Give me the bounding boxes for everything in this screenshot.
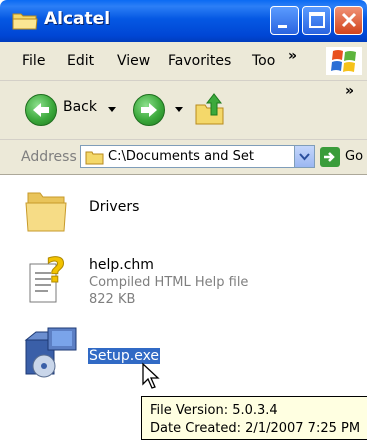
menu-edit[interactable]: Edit	[67, 53, 94, 69]
forward-arrow-icon	[141, 103, 157, 117]
forward-dropdown-icon[interactable]	[175, 107, 183, 112]
minimize-button[interactable]	[270, 6, 299, 35]
file-size: 822 KB	[89, 292, 136, 307]
menu-view[interactable]: View	[117, 53, 150, 69]
back-label[interactable]: Back	[63, 99, 97, 115]
menu-file[interactable]: File	[22, 53, 45, 69]
go-label[interactable]: Go	[345, 149, 363, 164]
maximize-button[interactable]	[302, 6, 331, 35]
file-info-tooltip: File Version: 5.0.3.4 Date Created: 2/1/…	[141, 396, 367, 440]
menu-favorites[interactable]: Favorites	[168, 53, 231, 69]
tooltip-file-version: File Version: 5.0.3.4	[150, 403, 278, 418]
explorer-window: Alcatel File Edit View Favorites Too » B…	[0, 0, 367, 441]
close-button[interactable]	[334, 6, 363, 35]
installer-icon	[24, 327, 77, 378]
toolbar-overflow-chevron-icon[interactable]: »	[345, 83, 354, 99]
back-dropdown-icon[interactable]	[108, 107, 116, 112]
address-path: C:\Documents and Set	[108, 149, 255, 164]
address-bar: Address C:\Documents and Set Go	[0, 140, 367, 175]
address-label: Address	[21, 149, 77, 165]
file-name: Drivers	[89, 199, 140, 215]
maximize-icon	[309, 12, 325, 28]
forward-button[interactable]	[133, 94, 165, 126]
back-arrow-icon	[33, 103, 49, 117]
folder-icon	[25, 192, 67, 232]
file-type: Compiled HTML Help file	[89, 275, 249, 290]
back-button[interactable]	[25, 94, 57, 126]
file-name: help.chm	[89, 257, 154, 273]
address-input[interactable]: C:\Documents and Set	[80, 145, 315, 168]
chevron-down-icon	[299, 153, 310, 161]
up-folder-icon[interactable]	[193, 91, 227, 127]
folder-icon	[12, 13, 38, 30]
go-button[interactable]	[320, 147, 340, 167]
minimize-icon	[278, 25, 287, 28]
help-file-icon: ?	[29, 251, 66, 303]
mouse-cursor-icon	[142, 362, 160, 389]
folder-icon	[85, 151, 104, 165]
windows-logo-icon	[326, 47, 362, 75]
menu-overflow-chevron-icon[interactable]: »	[288, 48, 297, 64]
address-dropdown-button[interactable]	[294, 146, 314, 167]
standard-toolbar: Back »	[0, 81, 367, 140]
title-bar[interactable]: Alcatel	[0, 0, 367, 42]
tooltip-date-created: Date Created: 2/1/2007 7:25 PM	[150, 421, 361, 436]
menu-bar: File Edit View Favorites Too »	[0, 42, 367, 81]
close-icon	[341, 12, 357, 28]
go-arrow-icon	[324, 152, 335, 162]
window-title: Alcatel	[44, 9, 111, 29]
menu-tools[interactable]: Too	[252, 53, 275, 69]
svg-text:?: ?	[46, 251, 66, 291]
